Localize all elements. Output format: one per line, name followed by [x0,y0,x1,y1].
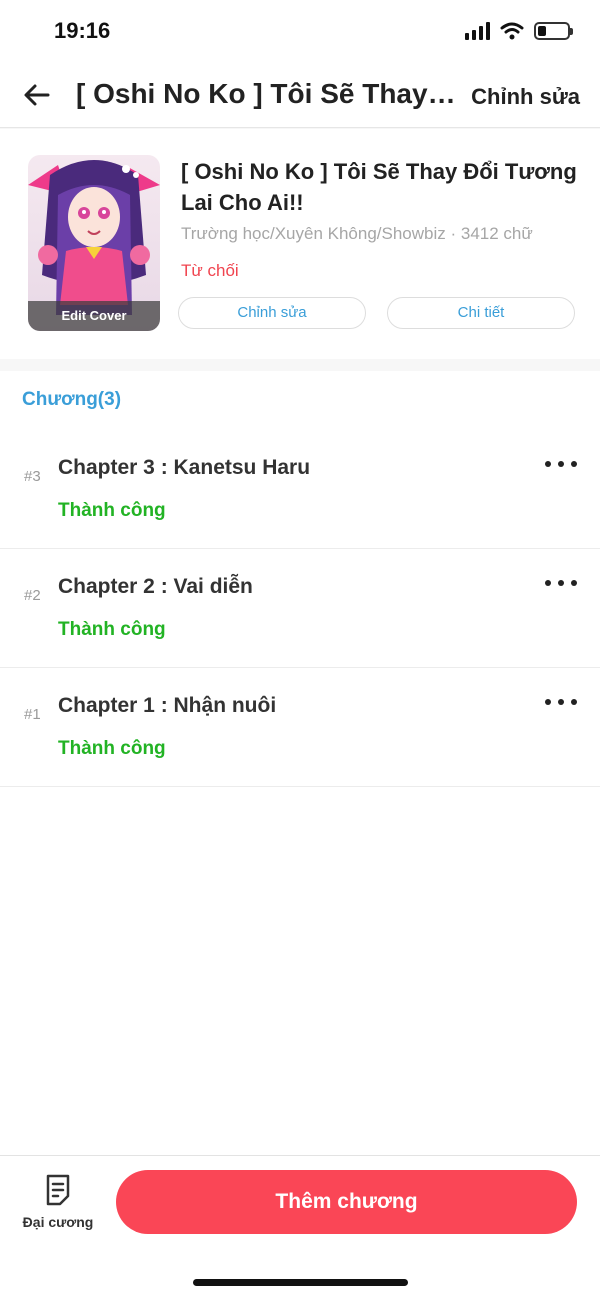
back-button[interactable] [20,78,54,112]
more-options-button[interactable] [544,573,578,593]
status-icons [465,22,573,40]
chapters-heading[interactable]: Chương(3) [22,389,121,411]
book-meta: Trường học/Xuyên Không/Showbiz · 3412 ch… [181,224,533,243]
home-indicator [193,1279,408,1286]
more-horizontal-icon [545,580,577,586]
chapter-number: #2 [24,587,41,604]
chapter-item[interactable]: #2 Chapter 2 : Vai diễn Thành công [0,549,600,668]
edit-cover-label: Edit Cover [28,301,160,331]
book-cover[interactable]: Edit Cover [28,155,160,331]
document-icon [46,1174,70,1206]
detail-button[interactable]: Chi tiết [387,297,575,329]
status-time: 19:16 [54,18,111,43]
chapter-title: Chapter 3 : Kanetsu Haru [58,456,311,479]
more-options-button[interactable] [544,454,578,474]
outline-label: Đại cương [22,1214,94,1230]
chapter-number: #1 [24,706,41,723]
bottom-bar: Đại cương Thêm chương [0,1155,600,1299]
wifi-icon [500,22,524,40]
book-status: Từ chối [181,261,239,280]
page-title: [ Oshi No Ko ] Tôi Sẽ Thay Đổi Tương Lai… [76,78,458,109]
more-horizontal-icon [545,461,577,467]
chapter-status: Thành công [58,619,166,640]
battery-level [538,26,547,36]
signal-icon [465,22,490,40]
chapter-status: Thành công [58,738,166,759]
chapter-item[interactable]: #1 Chapter 1 : Nhận nuôi Thành công [0,668,600,787]
status-bar: 19:16 [0,0,600,64]
chapter-status: Thành công [58,500,166,521]
outline-button[interactable]: Đại cương [18,1174,98,1238]
chapter-title: Chapter 2 : Vai diễn [58,575,253,598]
nav-bar: [ Oshi No Ko ] Tôi Sẽ Thay Đổi Tương Lai… [0,64,600,128]
battery-icon [534,22,573,40]
chapter-title: Chapter 1 : Nhận nuôi [58,694,277,717]
more-horizontal-icon [545,699,577,705]
edit-nav-button[interactable]: Chỉnh sửa [471,84,580,110]
chapter-number: #3 [24,468,41,485]
edit-button[interactable]: Chỉnh sửa [178,297,366,329]
more-options-button[interactable] [544,692,578,712]
add-chapter-button[interactable]: Thêm chương [116,1170,577,1234]
chapter-item[interactable]: #3 Chapter 3 : Kanetsu Haru Thành công [0,430,600,549]
arrow-left-icon [24,84,50,106]
book-title: [ Oshi No Ko ] Tôi Sẽ Thay Đổi Tương Lai… [181,159,577,215]
